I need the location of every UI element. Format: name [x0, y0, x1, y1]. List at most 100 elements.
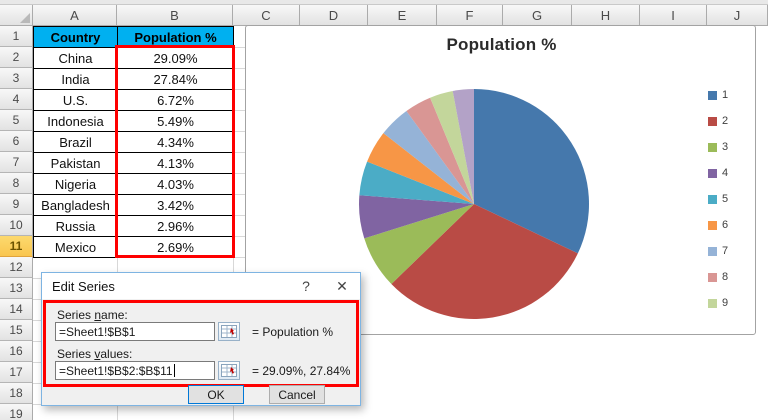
row-header-8[interactable]: 8: [0, 173, 33, 194]
row-header-10[interactable]: 10: [0, 215, 33, 236]
cancel-button[interactable]: Cancel: [269, 385, 325, 404]
row-header-9[interactable]: 9: [0, 194, 33, 215]
collapse-dialog-button[interactable]: [218, 322, 240, 341]
row-header-19[interactable]: 19: [0, 404, 33, 420]
column-header-E[interactable]: E: [368, 5, 437, 26]
cell[interactable]: Russia: [34, 216, 118, 237]
cell[interactable]: India: [34, 69, 118, 90]
cell[interactable]: 2.69%: [118, 237, 234, 258]
cell[interactable]: 4.13%: [118, 153, 234, 174]
legend-item-8[interactable]: 8: [708, 271, 728, 283]
column-header-D[interactable]: D: [300, 5, 368, 26]
cell[interactable]: China: [34, 48, 118, 69]
row-header-15[interactable]: 15: [0, 320, 33, 341]
column-header-C[interactable]: C: [233, 5, 300, 26]
country-population-table: Country Population % China 29.09% India 27.84…: [33, 26, 234, 258]
legend-item-1[interactable]: 1: [708, 89, 728, 101]
table-row: Brazil 4.34%: [34, 132, 234, 153]
range-selector-icon: [221, 325, 237, 338]
dialog-fields-annotation-box: Series name: =Sheet1!$B$1 = Population %…: [43, 300, 359, 387]
cell[interactable]: Mexico: [34, 237, 118, 258]
cell[interactable]: 29.09%: [118, 48, 234, 69]
cell[interactable]: 27.84%: [118, 69, 234, 90]
row-header-13[interactable]: 13: [0, 278, 33, 299]
header-cell[interactable]: Population %: [118, 27, 234, 48]
cell[interactable]: U.S.: [34, 90, 118, 111]
legend-swatch: [708, 142, 717, 152]
legend-label: 1: [722, 89, 729, 101]
legend-item-5[interactable]: 5: [708, 193, 728, 205]
legend-swatch: [708, 194, 717, 204]
row-header-17[interactable]: 17: [0, 362, 33, 383]
select-all-button[interactable]: [0, 5, 33, 26]
column-header-A[interactable]: A: [33, 5, 117, 26]
ok-button[interactable]: OK: [188, 385, 244, 404]
dialog-titlebar[interactable]: Edit Series ? ✕: [42, 273, 360, 299]
table-row: U.S. 6.72%: [34, 90, 234, 111]
column-header-J[interactable]: J: [707, 5, 768, 26]
legend-item-2[interactable]: 2: [708, 115, 728, 127]
table-row: India 27.84%: [34, 69, 234, 90]
legend-swatch: [708, 272, 717, 282]
legend-item-4[interactable]: 4: [708, 167, 728, 179]
legend-swatch: [708, 246, 717, 256]
close-icon[interactable]: ✕: [324, 273, 360, 299]
table-row: Mexico 2.69%: [34, 237, 234, 258]
legend-item-3[interactable]: 3: [708, 141, 728, 153]
row-header-4[interactable]: 4: [0, 89, 33, 110]
cell[interactable]: 4.34%: [118, 132, 234, 153]
legend-item-7[interactable]: 7: [708, 245, 728, 257]
cell[interactable]: Pakistan: [34, 153, 118, 174]
collapse-dialog-button-values[interactable]: [218, 361, 240, 380]
legend-swatch: [708, 90, 717, 100]
table-row: Russia 2.96%: [34, 216, 234, 237]
cell[interactable]: Brazil: [34, 132, 118, 153]
row-header-18[interactable]: 18: [0, 383, 33, 404]
cell[interactable]: 2.96%: [118, 216, 234, 237]
column-header-H[interactable]: H: [572, 5, 640, 26]
row-header-5[interactable]: 5: [0, 110, 33, 131]
legend-swatch: [708, 116, 717, 126]
cell[interactable]: 4.03%: [118, 174, 234, 195]
series-values-label: Series values:: [57, 347, 133, 361]
legend-label: 7: [722, 245, 729, 257]
row-header-6[interactable]: 6: [0, 131, 33, 152]
legend-item-6[interactable]: 6: [708, 219, 728, 231]
series-values-input[interactable]: =Sheet1!$B$2:$B$11: [55, 361, 215, 380]
row-header-3[interactable]: 3: [0, 68, 33, 89]
legend-label: 3: [722, 141, 729, 153]
table-row: Indonesia 5.49%: [34, 111, 234, 132]
row-header-7[interactable]: 7: [0, 152, 33, 173]
column-header-F[interactable]: F: [437, 5, 503, 26]
legend-item-9[interactable]: 9: [708, 297, 728, 309]
row-header-16[interactable]: 16: [0, 341, 33, 362]
row-header-2[interactable]: 2: [0, 47, 33, 68]
table-row: Nigeria 4.03%: [34, 174, 234, 195]
column-header-I[interactable]: I: [640, 5, 707, 26]
row-header-1[interactable]: 1: [0, 26, 33, 47]
text-cursor: [173, 364, 175, 377]
cell[interactable]: Bangladesh: [34, 195, 118, 216]
series-name-label: Series name:: [57, 308, 128, 322]
cell[interactable]: 5.49%: [118, 111, 234, 132]
help-icon[interactable]: ?: [288, 273, 324, 299]
cell[interactable]: 3.42%: [118, 195, 234, 216]
cell[interactable]: 6.72%: [118, 90, 234, 111]
row-header-14[interactable]: 14: [0, 299, 33, 320]
row-header-11[interactable]: 11: [0, 236, 33, 257]
legend-swatch: [708, 168, 717, 178]
column-header-B[interactable]: B: [117, 5, 233, 26]
column-header-G[interactable]: G: [503, 5, 572, 26]
excel-screen: ABCDEFGHIJ 1 2 3 4 5 6 7 8 9 10 11 12 13 14 15 16 17 18 19…: [0, 0, 768, 420]
table-header-row: Country Population %: [34, 27, 234, 48]
header-cell[interactable]: Country: [34, 27, 118, 48]
row-header-12[interactable]: 12: [0, 257, 33, 278]
series-values-preview: = 29.09%, 27.84%: [252, 363, 351, 378]
cell[interactable]: Nigeria: [34, 174, 118, 195]
table-row: Bangladesh 3.42%: [34, 195, 234, 216]
legend-label: 6: [722, 219, 729, 231]
series-name-input[interactable]: =Sheet1!$B$1: [55, 322, 215, 341]
select-all-triangle-icon: [20, 13, 30, 23]
legend-swatch: [708, 220, 717, 230]
cell[interactable]: Indonesia: [34, 111, 118, 132]
